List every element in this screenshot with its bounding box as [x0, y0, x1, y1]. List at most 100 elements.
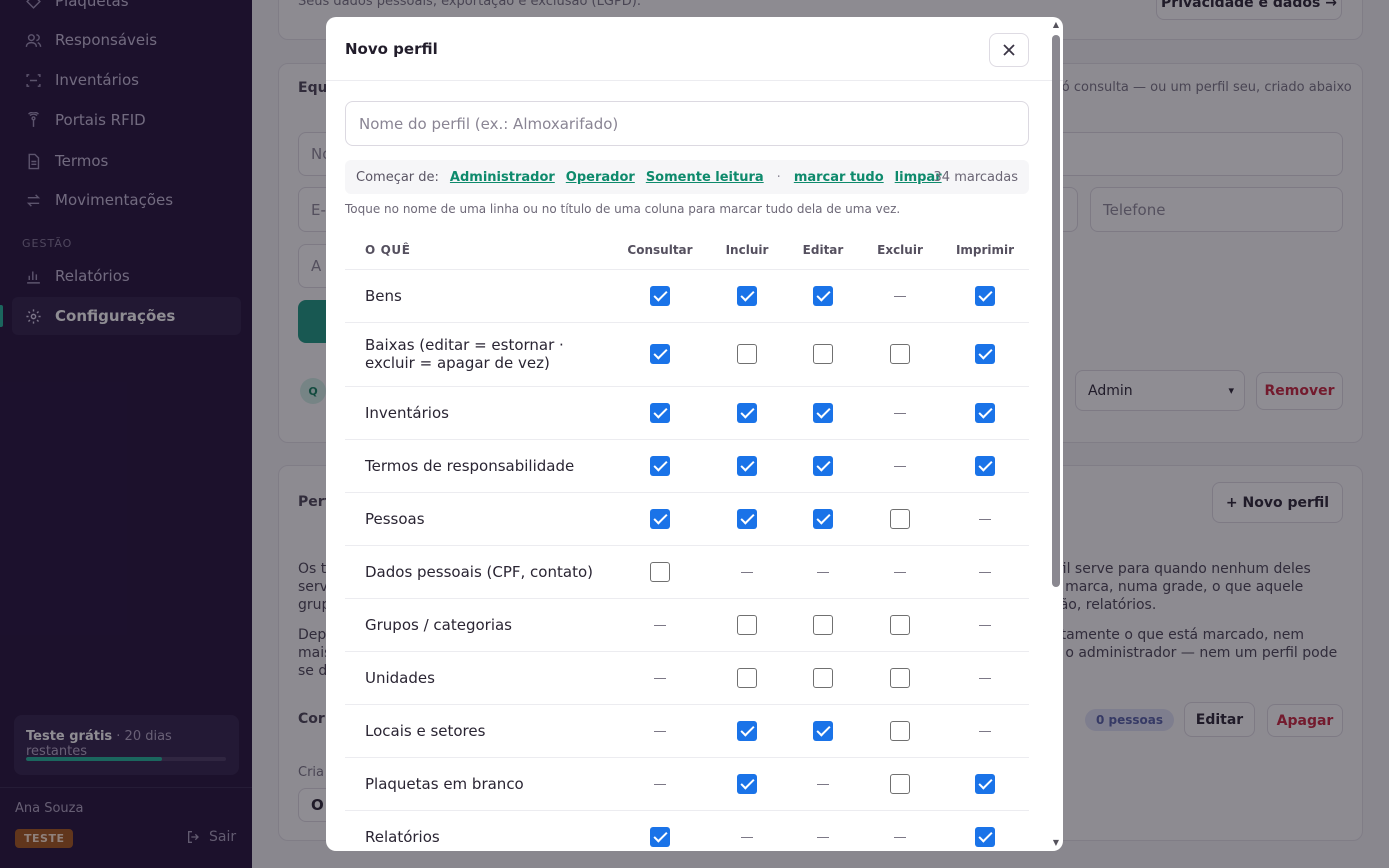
- not-applicable-dash: [894, 413, 906, 414]
- checkbox-checked[interactable]: [650, 285, 670, 306]
- preset-operador-link[interactable]: Operador: [566, 170, 635, 185]
- permission-cell: [859, 269, 941, 323]
- permission-cell: [859, 704, 941, 758]
- checkbox-checked[interactable]: [975, 344, 995, 365]
- permission-cell: [941, 386, 1029, 440]
- permission-cell: [859, 492, 941, 546]
- row-label[interactable]: Grupos / categorias: [345, 598, 613, 652]
- checkbox-checked[interactable]: [975, 402, 995, 423]
- close-button[interactable]: [989, 33, 1029, 67]
- checkbox-checked[interactable]: [813, 508, 833, 529]
- not-applicable-dash: [741, 837, 753, 838]
- row-label[interactable]: Baixas (editar = estornar · excluir = ap…: [345, 322, 613, 387]
- preset-administrador-link[interactable]: Administrador: [450, 170, 555, 185]
- checkbox-checked[interactable]: [650, 508, 670, 529]
- table-row: Relatórios: [345, 810, 1029, 851]
- checkbox-checked[interactable]: [737, 402, 757, 423]
- mark-all-link[interactable]: marcar tudo: [794, 170, 884, 185]
- row-label[interactable]: Bens: [345, 269, 613, 323]
- scroll-up-icon[interactable]: ▲: [1051, 20, 1061, 30]
- checkbox-checked[interactable]: [813, 720, 833, 741]
- table-row: Bens: [345, 269, 1029, 323]
- checkbox-checked[interactable]: [737, 773, 757, 794]
- checkbox-checked[interactable]: [650, 344, 670, 365]
- profile-name-input[interactable]: [345, 101, 1029, 146]
- permissions-body: Bens Baixas (editar = estornar · excluir …: [345, 269, 1029, 851]
- permission-cell: [613, 598, 707, 652]
- row-label[interactable]: Inventários: [345, 386, 613, 440]
- column-header-imprimir[interactable]: Imprimir: [941, 231, 1029, 270]
- permission-cell: [859, 757, 941, 811]
- not-applicable-dash: [979, 519, 991, 520]
- permission-cell: [941, 598, 1029, 652]
- row-label[interactable]: Pessoas: [345, 492, 613, 546]
- not-applicable-dash: [894, 296, 906, 297]
- modal-title: Novo perfil: [345, 40, 438, 58]
- permission-cell: [707, 386, 787, 440]
- row-label[interactable]: Plaquetas em branco: [345, 757, 613, 811]
- scrollbar-thumb[interactable]: [1052, 35, 1060, 587]
- checkbox-checked[interactable]: [737, 508, 757, 529]
- checkbox-checked[interactable]: [975, 826, 995, 847]
- row-label[interactable]: Unidades: [345, 651, 613, 705]
- column-header-excluir[interactable]: Excluir: [859, 231, 941, 270]
- preset-somente-leitura-link[interactable]: Somente leitura: [646, 170, 764, 185]
- close-icon: [1003, 44, 1015, 56]
- checkbox-checked[interactable]: [813, 402, 833, 423]
- checkbox-unchecked[interactable]: [890, 720, 910, 741]
- checkbox-unchecked[interactable]: [737, 614, 757, 635]
- table-row: Pessoas: [345, 492, 1029, 546]
- permission-cell: [613, 386, 707, 440]
- permission-cell: [707, 545, 787, 599]
- permission-cell: [787, 704, 859, 758]
- not-applicable-dash: [654, 678, 666, 679]
- permission-cell: [613, 651, 707, 705]
- permission-cell: [707, 810, 787, 851]
- permission-cell: [707, 757, 787, 811]
- checkbox-checked[interactable]: [813, 285, 833, 306]
- checkbox-unchecked[interactable]: [813, 667, 833, 688]
- row-label[interactable]: Locais e setores: [345, 704, 613, 758]
- column-header-consultar[interactable]: Consultar: [613, 231, 707, 270]
- checkbox-unchecked[interactable]: [650, 561, 670, 582]
- scroll-down-icon[interactable]: ▼: [1051, 838, 1061, 848]
- not-applicable-dash: [894, 466, 906, 467]
- table-row: Grupos / categorias: [345, 598, 1029, 652]
- checkbox-unchecked[interactable]: [737, 667, 757, 688]
- checkbox-checked[interactable]: [737, 455, 757, 476]
- checkbox-unchecked[interactable]: [813, 344, 833, 365]
- row-label[interactable]: Relatórios: [345, 810, 613, 851]
- checkbox-checked[interactable]: [975, 455, 995, 476]
- column-header-editar[interactable]: Editar: [787, 231, 859, 270]
- checkbox-checked[interactable]: [813, 455, 833, 476]
- column-header-incluir[interactable]: Incluir: [707, 231, 787, 270]
- checkbox-unchecked[interactable]: [813, 614, 833, 635]
- checkbox-checked[interactable]: [650, 455, 670, 476]
- permission-cell: [787, 545, 859, 599]
- table-row: Dados pessoais (CPF, contato): [345, 545, 1029, 599]
- table-header-row: O QUÊ Consultar Incluir Editar Excluir I…: [345, 231, 1029, 270]
- checkbox-unchecked[interactable]: [890, 614, 910, 635]
- column-header-what: O QUÊ: [345, 231, 613, 270]
- permission-cell: [787, 492, 859, 546]
- not-applicable-dash: [654, 625, 666, 626]
- checkbox-checked[interactable]: [737, 720, 757, 741]
- not-applicable-dash: [741, 572, 753, 573]
- checkbox-unchecked[interactable]: [890, 667, 910, 688]
- checkbox-unchecked[interactable]: [737, 344, 757, 365]
- row-label[interactable]: Termos de responsabilidade: [345, 439, 613, 493]
- checkbox-unchecked[interactable]: [890, 344, 910, 365]
- checkbox-checked[interactable]: [737, 285, 757, 306]
- checkbox-checked[interactable]: [650, 402, 670, 423]
- checkbox-unchecked[interactable]: [890, 508, 910, 529]
- permission-cell: [613, 757, 707, 811]
- preset-bar: Começar de: Administrador Operador Somen…: [345, 160, 1029, 194]
- table-row: Unidades: [345, 651, 1029, 705]
- permission-cell: [859, 651, 941, 705]
- permission-cell: [941, 492, 1029, 546]
- checkbox-checked[interactable]: [650, 826, 670, 847]
- checkbox-unchecked[interactable]: [890, 773, 910, 794]
- row-label[interactable]: Dados pessoais (CPF, contato): [345, 545, 613, 599]
- checkbox-checked[interactable]: [975, 285, 995, 306]
- checkbox-checked[interactable]: [975, 773, 995, 794]
